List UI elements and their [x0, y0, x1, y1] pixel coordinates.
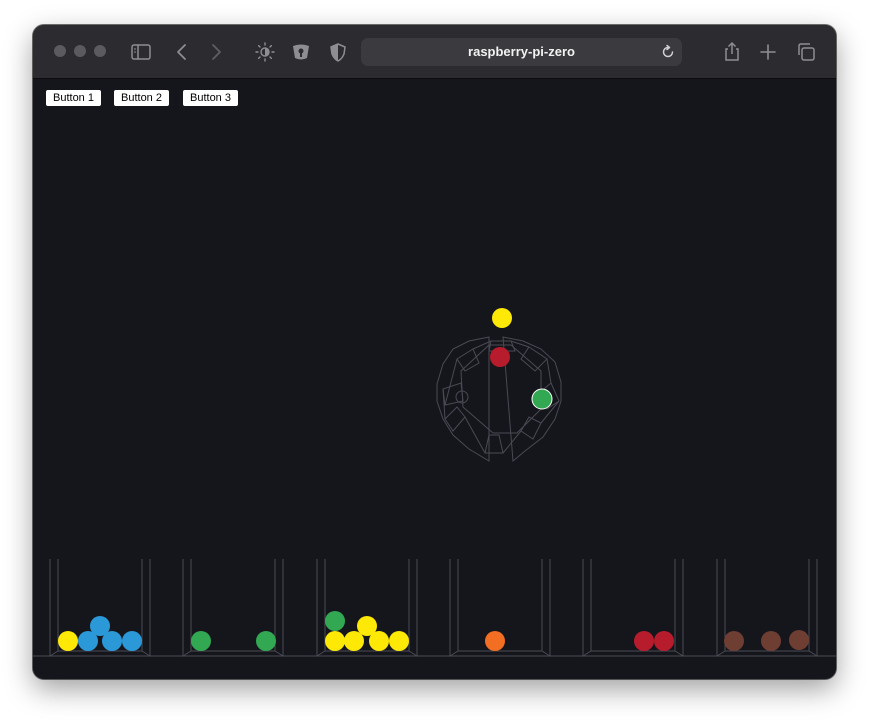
bin-ball	[122, 631, 142, 651]
bin-ball	[325, 611, 345, 631]
bin-ball	[102, 631, 122, 651]
wheel-ball	[490, 347, 510, 367]
address-text: raspberry-pi-zero	[468, 44, 575, 59]
back-icon[interactable]	[171, 41, 193, 63]
share-icon[interactable]	[721, 41, 743, 63]
wheel-spoke	[484, 434, 504, 454]
browser-toolbar: raspberry-pi-zero	[33, 25, 836, 79]
reload-icon[interactable]	[659, 43, 677, 61]
bin-ball	[761, 631, 781, 651]
bin-ball	[485, 631, 505, 651]
bin-ball	[634, 631, 654, 651]
bin-ball	[654, 631, 674, 651]
sidebar-icon[interactable]	[130, 41, 152, 63]
balls	[58, 308, 809, 651]
browser-window: raspberry-pi-zero Button 1 Button 2 Butt…	[33, 25, 836, 679]
brightness-icon[interactable]	[254, 41, 276, 63]
bin-ball	[724, 631, 744, 651]
privacy-shield-icon[interactable]	[327, 41, 349, 63]
page-content: Button 1 Button 2 Button 3	[33, 79, 836, 679]
forward-icon[interactable]	[205, 41, 227, 63]
address-bar[interactable]: raspberry-pi-zero	[361, 38, 682, 66]
bin-ball	[325, 631, 345, 651]
wheel-spoke	[456, 348, 480, 372]
wheel-ball	[492, 308, 512, 328]
wheel-strut	[546, 358, 552, 384]
wheel-spoke	[520, 416, 542, 440]
wheel-strut	[444, 358, 458, 406]
bin-ball	[78, 631, 98, 651]
zoom-window-button[interactable]	[94, 45, 106, 57]
physics-scene[interactable]	[33, 79, 836, 679]
new-tab-icon[interactable]	[757, 41, 779, 63]
bin-ball	[789, 630, 809, 650]
bins	[49, 559, 818, 657]
tab-overview-icon[interactable]	[795, 41, 817, 63]
wheel-ball	[531, 388, 553, 410]
bin-ball	[389, 631, 409, 651]
bin-ball	[191, 631, 211, 651]
close-window-button[interactable]	[54, 45, 66, 57]
bin-ball	[256, 631, 276, 651]
minimize-window-button[interactable]	[74, 45, 86, 57]
bin-ball	[369, 631, 389, 651]
wheel-strut	[510, 340, 530, 348]
bin-ball	[58, 631, 78, 651]
shield-extension-icon[interactable]	[290, 41, 312, 63]
